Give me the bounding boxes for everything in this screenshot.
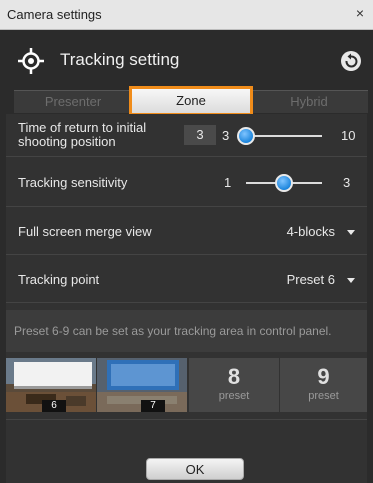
title-bar: Camera settings × xyxy=(0,0,373,30)
merge-view-value: 4-blocks xyxy=(286,224,335,239)
settings-panel: Time of return to initial shooting posit… xyxy=(6,114,367,483)
divider xyxy=(6,419,367,420)
sensitivity-label: Tracking sensitivity xyxy=(18,175,128,190)
preset-8-caption: preset xyxy=(218,390,250,402)
return-time-min: 3 xyxy=(222,128,230,143)
preset-8-number: 8 xyxy=(227,364,241,389)
sensitivity-max: 3 xyxy=(343,175,351,190)
preset-9-button[interactable]: 9 preset xyxy=(280,358,367,412)
return-time-label: Time of return to initial shooting posit… xyxy=(18,121,146,149)
preset-6-thumbnail[interactable]: 6 xyxy=(6,358,96,412)
return-time-max: 10 xyxy=(341,128,356,143)
header: Tracking setting xyxy=(0,30,373,88)
preset-strip: 6 7 8 preset 9 preset xyxy=(6,358,367,412)
tab-bar: Presenter Zone Hybrid xyxy=(14,86,368,116)
window-title: Camera settings xyxy=(7,7,102,22)
camera-settings-window: Camera settings × Tracking setting Prese… xyxy=(0,0,373,483)
tracking-point-value: Preset 6 xyxy=(286,272,335,287)
crosshair-target-icon xyxy=(18,48,44,74)
merge-view-select[interactable]: 4-blocks xyxy=(287,224,355,239)
sensitivity-min: 1 xyxy=(224,175,232,190)
page-title: Tracking setting xyxy=(60,50,180,69)
tab-hybrid[interactable]: Hybrid xyxy=(250,91,368,113)
back-arrow-icon[interactable] xyxy=(340,50,362,72)
return-time-slider-track[interactable] xyxy=(246,135,322,137)
preset-6-number: 6 xyxy=(42,400,66,412)
tab-zone[interactable]: Zone xyxy=(129,86,253,116)
sensitivity-row: Tracking sensitivity 1 3 xyxy=(6,157,367,207)
chevron-down-icon xyxy=(347,278,355,284)
preset-7-thumbnail[interactable]: 7 xyxy=(97,358,187,412)
preset-9-number: 9 xyxy=(317,364,330,389)
tab-presenter[interactable]: Presenter xyxy=(14,91,132,113)
preset-7-number: 7 xyxy=(141,400,165,412)
info-message: Preset 6-9 can be set as your tracking a… xyxy=(6,310,367,352)
tracking-point-label: Tracking point xyxy=(18,272,100,287)
chevron-down-icon xyxy=(347,230,355,236)
preset-8-button[interactable]: 8 preset xyxy=(189,358,279,412)
tracking-point-row: Tracking point Preset 6 xyxy=(6,255,367,303)
close-icon[interactable]: × xyxy=(356,5,364,21)
sensitivity-slider-knob[interactable] xyxy=(275,174,293,192)
merge-view-label: Full screen merge view xyxy=(18,224,152,239)
return-time-label-line1: Time of return to initial xyxy=(18,120,147,135)
return-time-label-line2: shooting position xyxy=(18,134,116,149)
return-time-slider-knob[interactable] xyxy=(237,127,255,145)
tracking-point-select[interactable]: Preset 6 xyxy=(287,272,355,287)
preset-9-caption: preset xyxy=(308,390,339,402)
ok-button[interactable]: OK xyxy=(146,458,244,480)
merge-view-row: Full screen merge view 4-blocks xyxy=(6,207,367,255)
return-time-row: Time of return to initial shooting posit… xyxy=(6,114,367,157)
return-time-input[interactable]: 3 xyxy=(184,125,216,145)
